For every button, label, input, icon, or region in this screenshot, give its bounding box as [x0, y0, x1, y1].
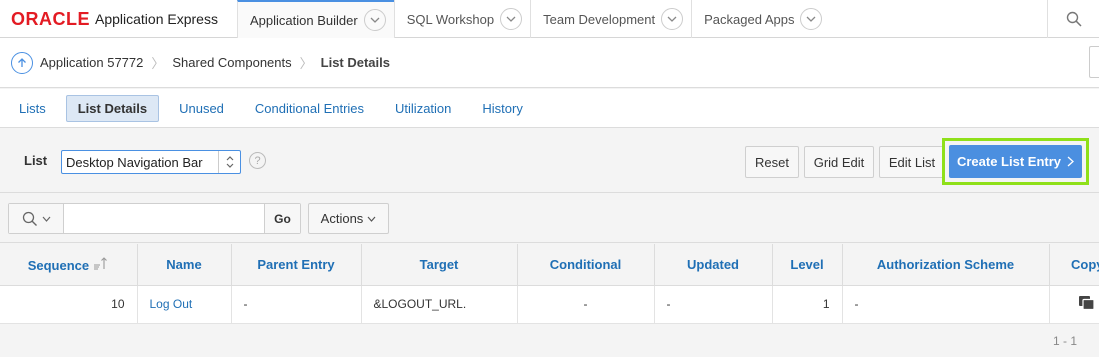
cell-name: Log Out: [136, 285, 231, 324]
cell-sequence: 10: [0, 285, 137, 324]
tab-label: Team Development: [543, 11, 656, 27]
list-select[interactable]: Desktop Navigation Bar: [61, 150, 241, 174]
tab-team-development[interactable]: Team Development: [530, 0, 691, 38]
grid-edit-button[interactable]: Grid Edit: [804, 146, 874, 178]
actions-menu-button[interactable]: Actions: [308, 203, 389, 234]
column-header-name[interactable]: Name: [136, 244, 231, 286]
breadcrumb-shared-components[interactable]: Shared Components 〉: [172, 53, 320, 72]
breadcrumb-application[interactable]: Application 57772 〉: [40, 53, 172, 72]
oracle-brand: ORACLE: [11, 8, 90, 29]
tab-history[interactable]: History: [471, 96, 533, 121]
actions-label: Actions: [320, 211, 364, 226]
tab-label: Application Builder: [250, 12, 358, 28]
tab-label: SQL Workshop: [406, 11, 495, 27]
column-header-conditional[interactable]: Conditional: [516, 244, 654, 286]
list-entries-report: Sequence Name Parent Entry Target Condit…: [0, 244, 1099, 324]
entry-link[interactable]: Log Out: [150, 297, 193, 311]
chevron-down-icon[interactable]: [661, 8, 684, 30]
edit-list-button[interactable]: Edit List: [879, 146, 945, 178]
create-list-entry-label: Create List Entry: [956, 154, 1062, 169]
list-selector-region: List Desktop Navigation Bar ? Reset Grid…: [0, 129, 1099, 193]
chevron-down-icon[interactable]: [500, 8, 523, 30]
search-group: Go: [8, 203, 301, 234]
create-list-entry-button[interactable]: Create List Entry: [949, 145, 1082, 178]
search-input[interactable]: [64, 204, 264, 233]
report-toolbar: Go Actions: [0, 194, 1099, 243]
chevron-down-icon: [367, 216, 376, 222]
top-navigation: ORACLE Application Express Application B…: [0, 0, 1099, 38]
column-header-parent-entry[interactable]: Parent Entry: [230, 244, 361, 286]
tab-lists[interactable]: Lists: [8, 96, 57, 121]
column-header-level[interactable]: Level: [771, 244, 842, 286]
breadcrumb-current: List Details: [320, 55, 390, 70]
tab-label: Packaged Apps: [704, 11, 795, 27]
column-header-copy[interactable]: Copy: [1048, 244, 1099, 286]
cell-authorization-scheme: -: [841, 285, 1049, 324]
chevron-down-icon: [42, 216, 50, 222]
subtab-bar: Lists List Details Unused Conditional En…: [0, 89, 1099, 128]
app-logo[interactable]: ORACLE Application Express: [0, 0, 237, 38]
cell-conditional: -: [516, 285, 654, 324]
tab-utilization[interactable]: Utilization: [384, 96, 462, 121]
cell-updated: -: [653, 285, 772, 324]
chevron-right-icon: [1067, 156, 1074, 167]
updown-icon: [218, 151, 240, 173]
tab-conditional-entries[interactable]: Conditional Entries: [244, 96, 375, 121]
cell-target: &LOGOUT_URL.: [360, 285, 517, 324]
search-button[interactable]: [1047, 0, 1099, 38]
list-select-value: Desktop Navigation Bar: [66, 154, 203, 170]
breadcrumb: Application 57772 〉 Shared Components 〉 Li…: [0, 38, 1099, 88]
cell-level: 1: [771, 285, 842, 324]
search-icon: [22, 211, 37, 226]
side-panel-toggle[interactable]: [1089, 46, 1099, 78]
column-header-updated[interactable]: Updated: [653, 244, 772, 286]
table-row: 10 Log Out - &LOGOUT_URL. - - 1 -: [0, 285, 1099, 324]
breadcrumb-separator: 〉: [299, 56, 313, 71]
table-header-row: Sequence Name Parent Entry Target Condit…: [0, 244, 1099, 286]
tab-application-builder[interactable]: Application Builder: [237, 0, 394, 38]
product-name: Application Express: [95, 11, 218, 27]
help-icon[interactable]: ?: [249, 152, 266, 169]
chevron-down-icon[interactable]: [800, 8, 823, 30]
copy-icon[interactable]: [1078, 295, 1096, 314]
breadcrumb-separator: 〉: [151, 56, 165, 71]
tab-packaged-apps[interactable]: Packaged Apps: [691, 0, 830, 38]
column-header-sequence[interactable]: Sequence: [0, 244, 137, 286]
search-column-select[interactable]: [9, 204, 64, 233]
tab-list-details[interactable]: List Details: [65, 94, 160, 122]
go-button[interactable]: Go: [264, 204, 300, 233]
cell-parent-entry: -: [230, 285, 361, 324]
reset-button[interactable]: Reset: [745, 146, 799, 178]
search-icon: [1066, 11, 1082, 27]
column-header-authorization-scheme[interactable]: Authorization Scheme: [841, 244, 1049, 286]
highlight-box: Create List Entry: [942, 138, 1089, 185]
list-label: List: [24, 153, 48, 168]
cell-copy: [1048, 285, 1099, 324]
tab-unused[interactable]: Unused: [168, 96, 235, 121]
pagination-info: 1 - 1: [1052, 334, 1077, 348]
up-arrow-icon[interactable]: [11, 51, 33, 74]
column-header-target[interactable]: Target: [360, 244, 517, 286]
chevron-down-icon[interactable]: [363, 9, 386, 31]
tab-sql-workshop[interactable]: SQL Workshop: [393, 0, 530, 38]
sort-ascending-icon: [93, 256, 107, 270]
